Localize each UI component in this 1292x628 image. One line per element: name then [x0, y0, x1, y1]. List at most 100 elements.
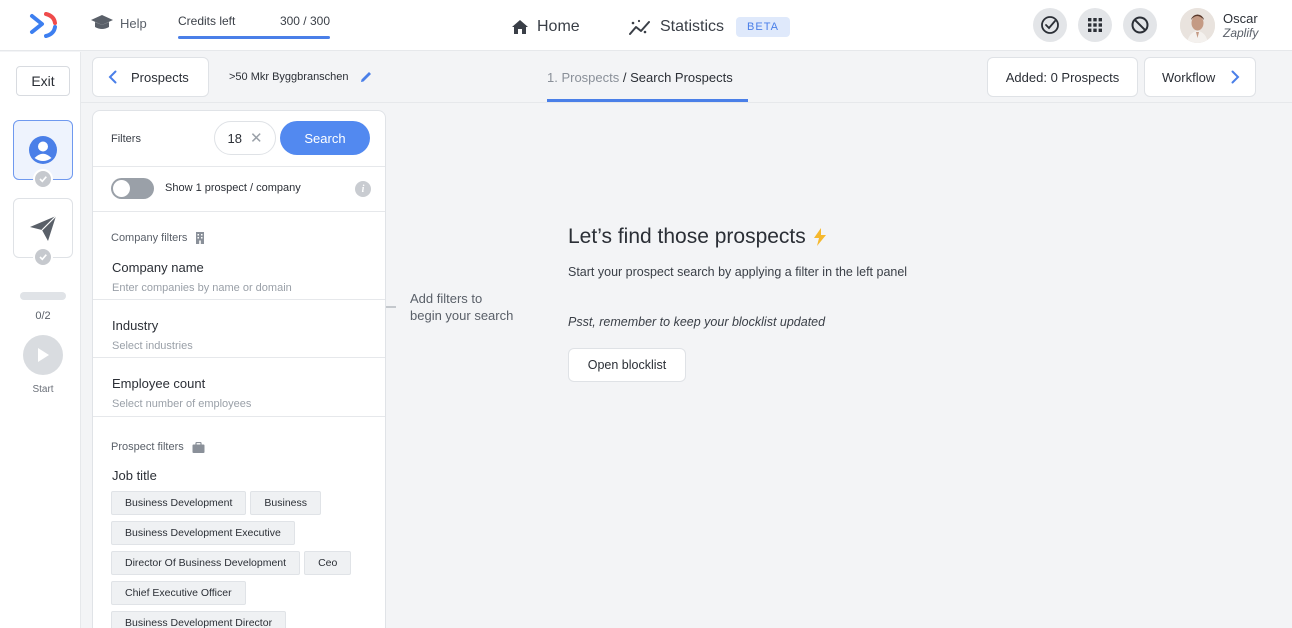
credits-bar-fill — [178, 36, 330, 39]
job-title-tag[interactable]: Chief Executive Officer — [111, 581, 246, 605]
credits-value: 300 / 300 — [279, 14, 330, 28]
prospect-filters-label: Prospect filters — [111, 441, 184, 453]
start-label: Start — [32, 384, 54, 395]
job-title-tag[interactable]: Business Development Executive — [111, 521, 295, 545]
empty-state-subtitle: Start your prospect search by applying a… — [568, 265, 908, 279]
hint-line-2: begin your search — [410, 308, 514, 323]
pencil-icon[interactable] — [359, 70, 373, 84]
employee-count-label: Employee count — [112, 376, 206, 391]
exit-button[interactable]: Exit — [16, 66, 70, 96]
breadcrumb-step[interactable]: 1. Prospects — [547, 70, 619, 85]
search-button[interactable]: Search — [280, 121, 370, 155]
paper-plane-icon — [30, 215, 57, 241]
rail-progress-bar — [20, 292, 66, 300]
credits-meter: Credits left 300 / 300 — [178, 14, 330, 39]
empty-state-title: Let’s find those prospects — [568, 225, 828, 249]
rail-progress-count: 0/2 — [35, 310, 51, 322]
nav-statistics-label: Statistics — [660, 18, 725, 35]
hint-line-1: Add filters to — [410, 291, 483, 306]
connector-line — [386, 306, 396, 308]
beta-badge: BETA — [736, 17, 790, 37]
nav-statistics[interactable]: Statistics BETA — [628, 17, 790, 37]
apps-button[interactable] — [1078, 8, 1112, 42]
job-title-tag[interactable]: Director Of Business Development — [111, 551, 301, 575]
job-title-filter[interactable]: Job title — [93, 461, 385, 491]
avatar[interactable] — [1180, 8, 1215, 43]
company-filters-title: Company filters — [111, 231, 205, 244]
company-name-label: Company name — [112, 260, 204, 275]
play-icon — [38, 348, 49, 362]
added-prospects-button[interactable]: Added: 0 Prospects — [987, 57, 1138, 97]
building-icon — [196, 232, 205, 244]
credits-bar — [178, 36, 330, 39]
apps-grid-icon — [1088, 18, 1102, 32]
chevron-left-icon — [108, 70, 117, 84]
add-filters-hint: Add filters to begin your search — [410, 290, 540, 324]
prospect-filters-title: Prospect filters — [111, 441, 205, 453]
chevron-right-icon — [1231, 70, 1240, 84]
user-org: Zaplify — [1223, 26, 1259, 40]
check-circle-icon — [1041, 16, 1059, 34]
employee-count-placeholder: Select number of employees — [112, 398, 252, 410]
added-label: Added: 0 Prospects — [1005, 69, 1120, 85]
company-name-placeholder: Enter companies by name or domain — [112, 282, 292, 294]
filters-panel: Filters 18 ✕ Search Show 1 prospect / co… — [92, 110, 386, 628]
job-title-tag[interactable]: Ceo — [304, 551, 352, 575]
user-name: Oscar — [1223, 11, 1258, 26]
trend-chart-icon — [629, 19, 650, 35]
job-title-tag[interactable]: Business Development Director — [111, 611, 287, 628]
one-per-company-row: Show 1 prospect / company i — [93, 167, 385, 212]
campaign-name-text: >50 Mkr Byggbranschen — [229, 71, 349, 83]
credits-label: Credits left — [178, 14, 236, 28]
home-icon — [512, 20, 528, 34]
filters-label: Filters — [111, 133, 141, 145]
job-title-label: Job title — [112, 468, 157, 483]
company-name-filter[interactable]: Company name Enter companies by name or … — [93, 251, 385, 300]
breadcrumb-current: Search Prospects — [630, 70, 733, 85]
nav-home-label: Home — [537, 18, 580, 35]
briefcase-icon — [192, 441, 205, 453]
industry-label: Industry — [112, 318, 159, 333]
step-rail: Exit 0/2 Start — [0, 52, 81, 628]
help-label: Help — [120, 15, 147, 31]
workflow-label: Workflow — [1162, 69, 1216, 85]
tasks-button[interactable] — [1033, 8, 1067, 42]
info-icon[interactable]: i — [355, 181, 371, 197]
step-workflow-check-icon — [33, 247, 53, 267]
breadcrumb-separator: / — [619, 70, 631, 85]
block-icon — [1131, 16, 1149, 34]
campaign-name[interactable]: >50 Mkr Byggbranschen — [229, 70, 373, 84]
user-circle-icon — [29, 136, 57, 164]
graduation-cap-icon — [91, 15, 113, 29]
clear-filters-icon[interactable]: ✕ — [250, 129, 263, 147]
filter-count: 18 — [227, 130, 242, 146]
breadcrumb-underline — [547, 99, 748, 102]
workflow-button[interactable]: Workflow — [1144, 57, 1256, 97]
zaplify-logo[interactable] — [28, 10, 60, 40]
nav-home[interactable]: Home — [511, 18, 580, 36]
job-title-tags: Business Development Business Business Dev… — [111, 491, 381, 628]
top-bar: Help Credits left 300 / 300 Home Statist… — [0, 0, 1292, 51]
toggle-label: Show 1 prospect / company — [165, 182, 301, 194]
user-photo — [1180, 8, 1215, 43]
help-link[interactable]: Help — [90, 14, 147, 32]
employee-count-filter[interactable]: Employee count Select number of employee… — [93, 358, 385, 417]
back-to-prospects-button[interactable]: Prospects — [92, 57, 209, 97]
industry-filter[interactable]: Industry Select industries — [93, 300, 385, 358]
empty-state-title-text: Let’s find those prospects — [568, 225, 806, 248]
user-menu[interactable]: Oscar Zaplify — [1223, 11, 1258, 41]
step-prospects-check-icon — [33, 169, 53, 189]
back-label: Prospects — [131, 69, 189, 85]
job-title-tag[interactable]: Business — [250, 491, 321, 515]
filter-count-pill[interactable]: 18 ✕ — [214, 121, 276, 155]
start-button[interactable] — [23, 335, 63, 375]
open-blocklist-button[interactable]: Open blocklist — [568, 348, 686, 382]
blocklist-button[interactable] — [1123, 8, 1157, 42]
blocklist-reminder: Psst, remember to keep your blocklist up… — [568, 315, 826, 329]
lightning-bolt-icon — [813, 228, 826, 246]
filters-header: Filters 18 ✕ Search — [93, 111, 385, 167]
one-per-company-toggle[interactable] — [111, 178, 154, 199]
job-title-tag[interactable]: Business Development — [111, 491, 247, 515]
industry-placeholder: Select industries — [112, 340, 193, 352]
breadcrumb: 1. Prospects / Search Prospects — [547, 70, 733, 85]
